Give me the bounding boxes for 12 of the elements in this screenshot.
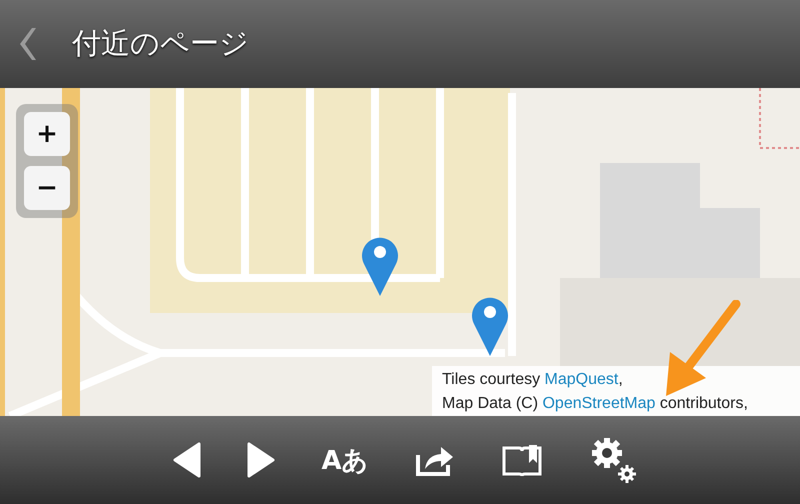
attribution-link[interactable]: OpenStreetMap [542, 395, 656, 412]
attribution-text: Tiles courtesy MapQuest, [442, 370, 624, 390]
attribution-text: Map Data (C) OpenStreetMap contributors, [442, 394, 749, 414]
zoom-out-button[interactable]: − [24, 166, 70, 210]
back-triangle-icon[interactable] [173, 442, 202, 478]
page-title: 付近のページ [72, 25, 249, 62]
text-size-button[interactable]: Aあ [321, 442, 369, 478]
forward-triangle-icon[interactable] [247, 442, 276, 478]
map-view[interactable]: + − Tiles courtesy MapQuest, Map Data (C) OpenStreetMap contributors, [0, 88, 800, 416]
zoom-in-button[interactable]: + [24, 112, 70, 156]
book-icon[interactable] [500, 443, 543, 477]
attribution-link[interactable]: MapQuest [544, 371, 618, 388]
